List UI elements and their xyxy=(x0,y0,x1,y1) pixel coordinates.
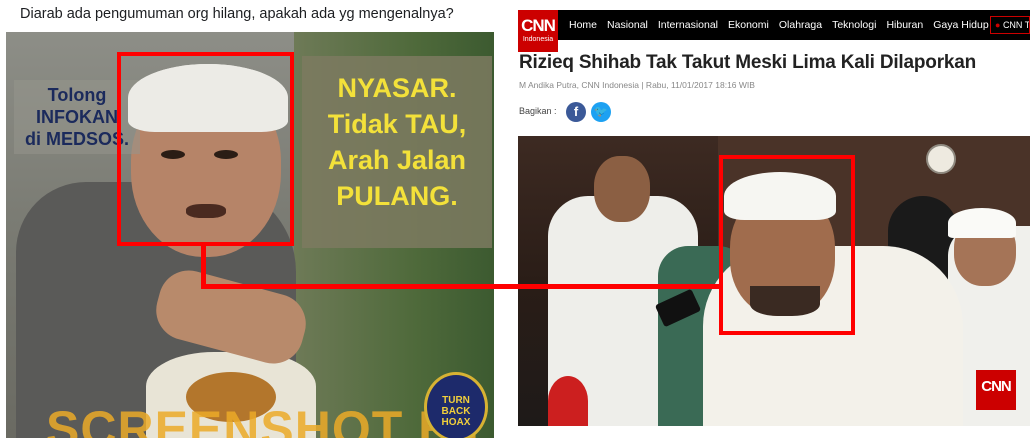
nav-teknologi[interactable]: Teknologi xyxy=(832,19,876,31)
meme-right-text: NYASAR. Tidak TAU, Arah Jalan PULANG. xyxy=(327,73,467,211)
facebook-icon[interactable]: f xyxy=(566,102,586,122)
clock-icon xyxy=(926,144,956,174)
article-byline: M Andika Putra, CNN Indonesia | Rabu, 11… xyxy=(519,80,755,90)
nav-nasional[interactable]: Nasional xyxy=(607,19,648,31)
nav-cnn-tv[interactable]: ● CNN T xyxy=(990,16,1030,34)
photo-cnn-logo: CNN xyxy=(976,370,1016,410)
nav-internasional[interactable]: Internasional xyxy=(658,19,718,31)
nav-hiburan[interactable]: Hiburan xyxy=(886,19,923,31)
nav-olahraga[interactable]: Olahraga xyxy=(779,19,822,31)
nav-home[interactable]: Home xyxy=(569,19,597,31)
share-label: Bagikan : xyxy=(519,106,557,116)
nav-menu: Home Nasional Internasional Ekonomi Olah… xyxy=(569,10,999,40)
face-highlight-right xyxy=(719,155,855,335)
turnbackhoax-badge: TURN BACK HOAX xyxy=(424,372,488,438)
nav-gaya-hidup[interactable]: Gaya Hidup xyxy=(933,19,988,31)
connector-vertical xyxy=(201,244,206,288)
post-caption: Diarab ada pengumuman org hilang, apakah… xyxy=(20,6,454,22)
twitter-icon[interactable]: 🐦 xyxy=(591,102,611,122)
cnn-logo[interactable]: CNN Indonesia xyxy=(518,10,558,52)
nav-ekonomi[interactable]: Ekonomi xyxy=(728,19,769,31)
article-headline: Rizieq Shihab Tak Takut Meski Lima Kali … xyxy=(519,52,977,73)
connector-horizontal xyxy=(201,284,721,289)
